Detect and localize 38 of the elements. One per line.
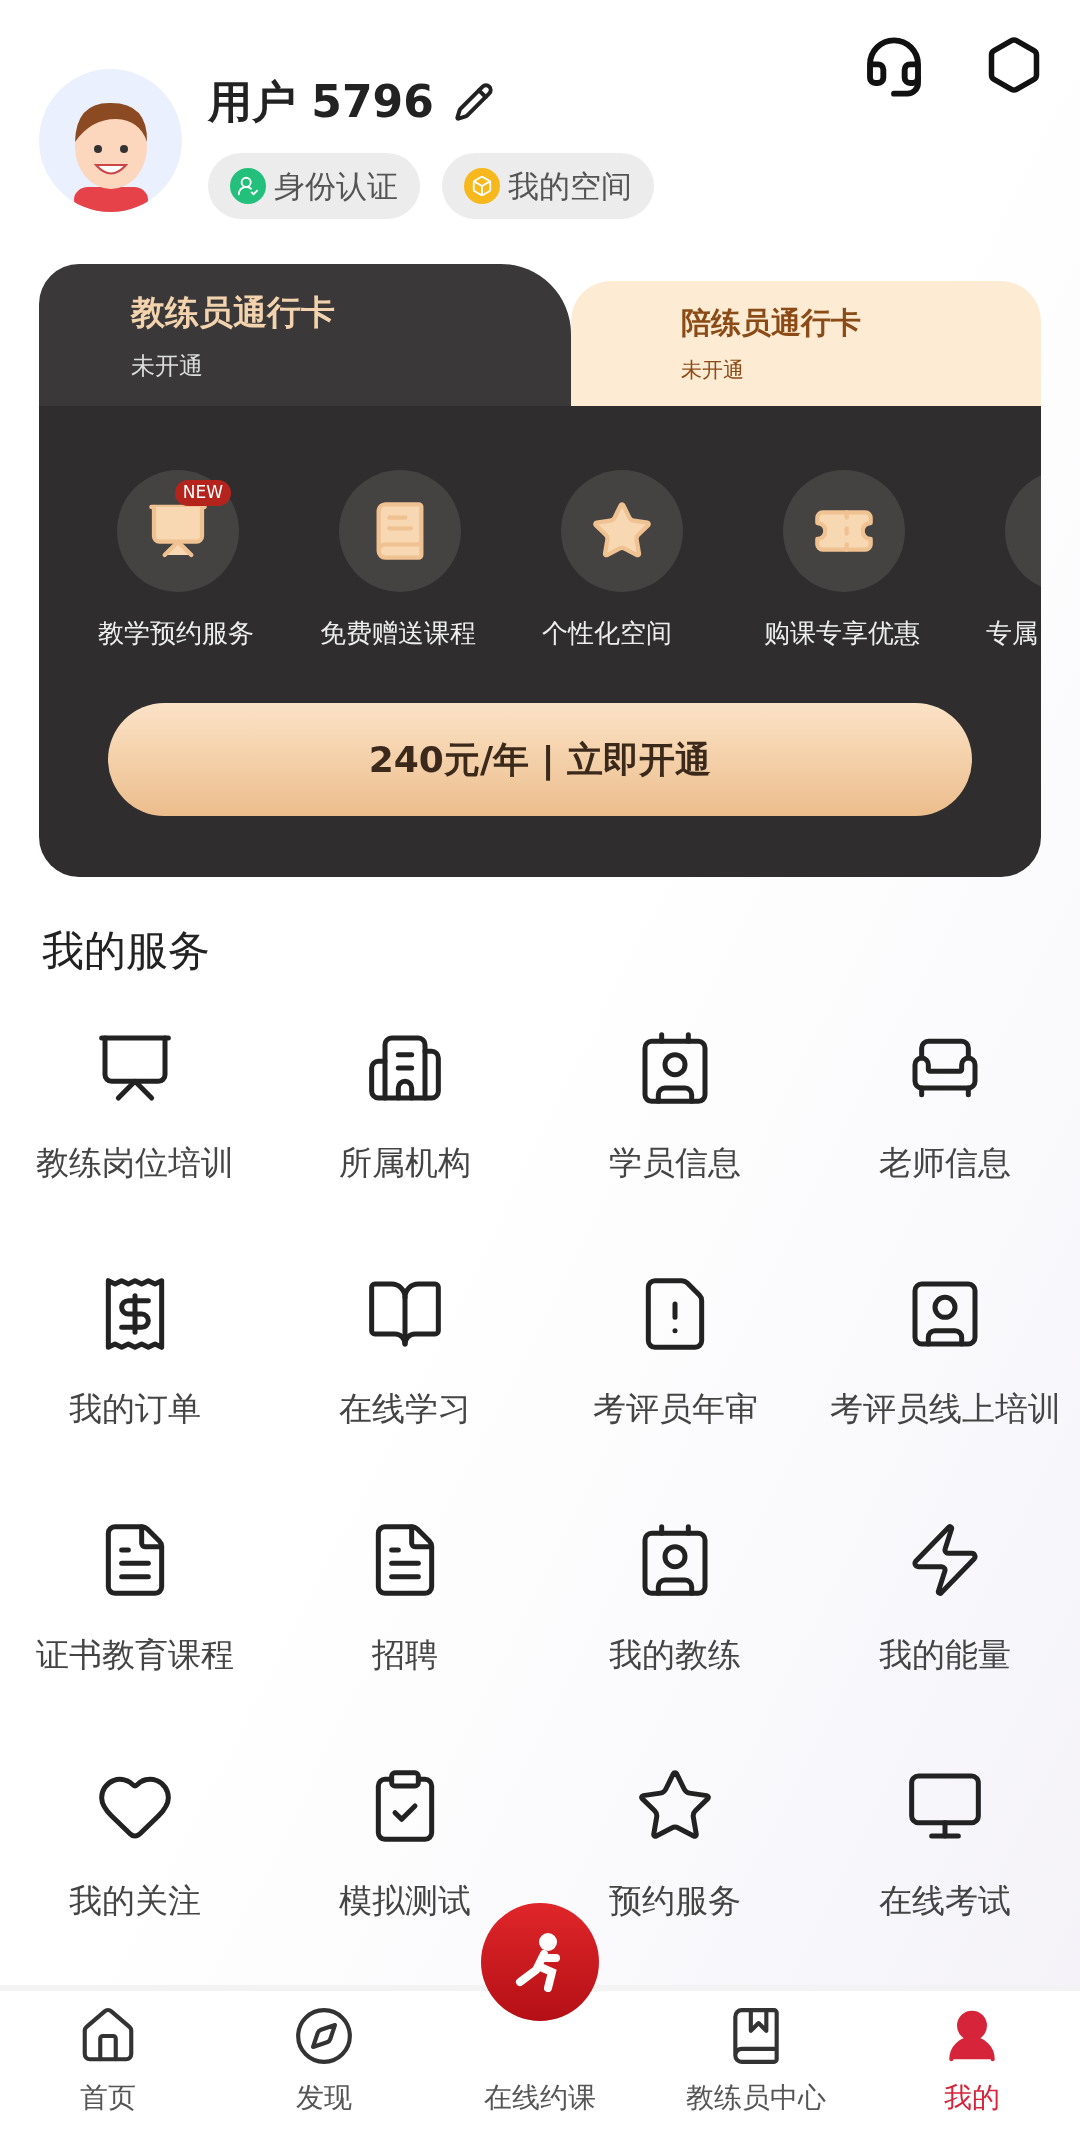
profile-chip[interactable]: 我的空间 (442, 153, 654, 219)
verified-user-icon (230, 168, 266, 204)
pass-tab[interactable]: 陪练员通行卡 未开通 (571, 281, 1041, 406)
section-title: 我的服务 (42, 925, 211, 977)
service-item[interactable]: 我的能量 (810, 1474, 1080, 1720)
service-item[interactable]: 招聘 (270, 1474, 540, 1720)
service-item[interactable]: 在线学习 (270, 1228, 540, 1474)
user-name: 用户 5796 (208, 75, 434, 129)
service-item[interactable]: 学员信息 (540, 982, 810, 1228)
service-item[interactable]: 预约服务 (540, 1720, 810, 1966)
nav-tab[interactable]: 教练员中心 (648, 1991, 864, 2141)
compass-icon (293, 2005, 355, 2067)
service-item[interactable]: 考评员线上培训 (810, 1228, 1080, 1474)
service-item[interactable]: 我的关注 (0, 1720, 270, 1966)
nav-tab[interactable]: 发现 (216, 1991, 432, 2141)
service-item[interactable]: 我的教练 (540, 1474, 810, 1720)
service-item[interactable]: 所属机构 (270, 982, 540, 1228)
benefit-label: 个性化空间 (542, 617, 673, 650)
service-item[interactable]: 证书教育课程 (0, 1474, 270, 1720)
benefit-label: 教学预约服务 (98, 617, 255, 650)
benefit-label: 购课专享优惠 (764, 617, 921, 650)
new-badge: NEW (174, 480, 231, 506)
nav-tab[interactable]: 在线约课 (484, 2077, 596, 2119)
service-item[interactable]: 在线考试 (810, 1720, 1080, 1966)
service-item[interactable]: 模拟测试 (270, 1720, 540, 1966)
pass-tab[interactable]: 教练员通行卡 未开通 (39, 264, 571, 406)
nav-tab[interactable]: 首页 (0, 1991, 216, 2141)
activate-button[interactable]: 240元/年 | 立即开通 (108, 703, 972, 816)
nav-tab[interactable]: 我的 (864, 1991, 1080, 2141)
benefit-label: 专属 (986, 617, 1039, 650)
edit-icon[interactable] (453, 82, 494, 122)
service-item[interactable]: 教练岗位培训 (0, 982, 270, 1228)
service-item[interactable]: 我的订单 (0, 1228, 270, 1474)
benefit-label: 免费赠送课程 (320, 617, 477, 650)
profile-chip[interactable]: 身份认证 (208, 153, 420, 219)
service-item[interactable]: 考评员年审 (540, 1228, 810, 1474)
service-item[interactable]: 老师信息 (810, 982, 1080, 1228)
cube-icon (464, 168, 500, 204)
